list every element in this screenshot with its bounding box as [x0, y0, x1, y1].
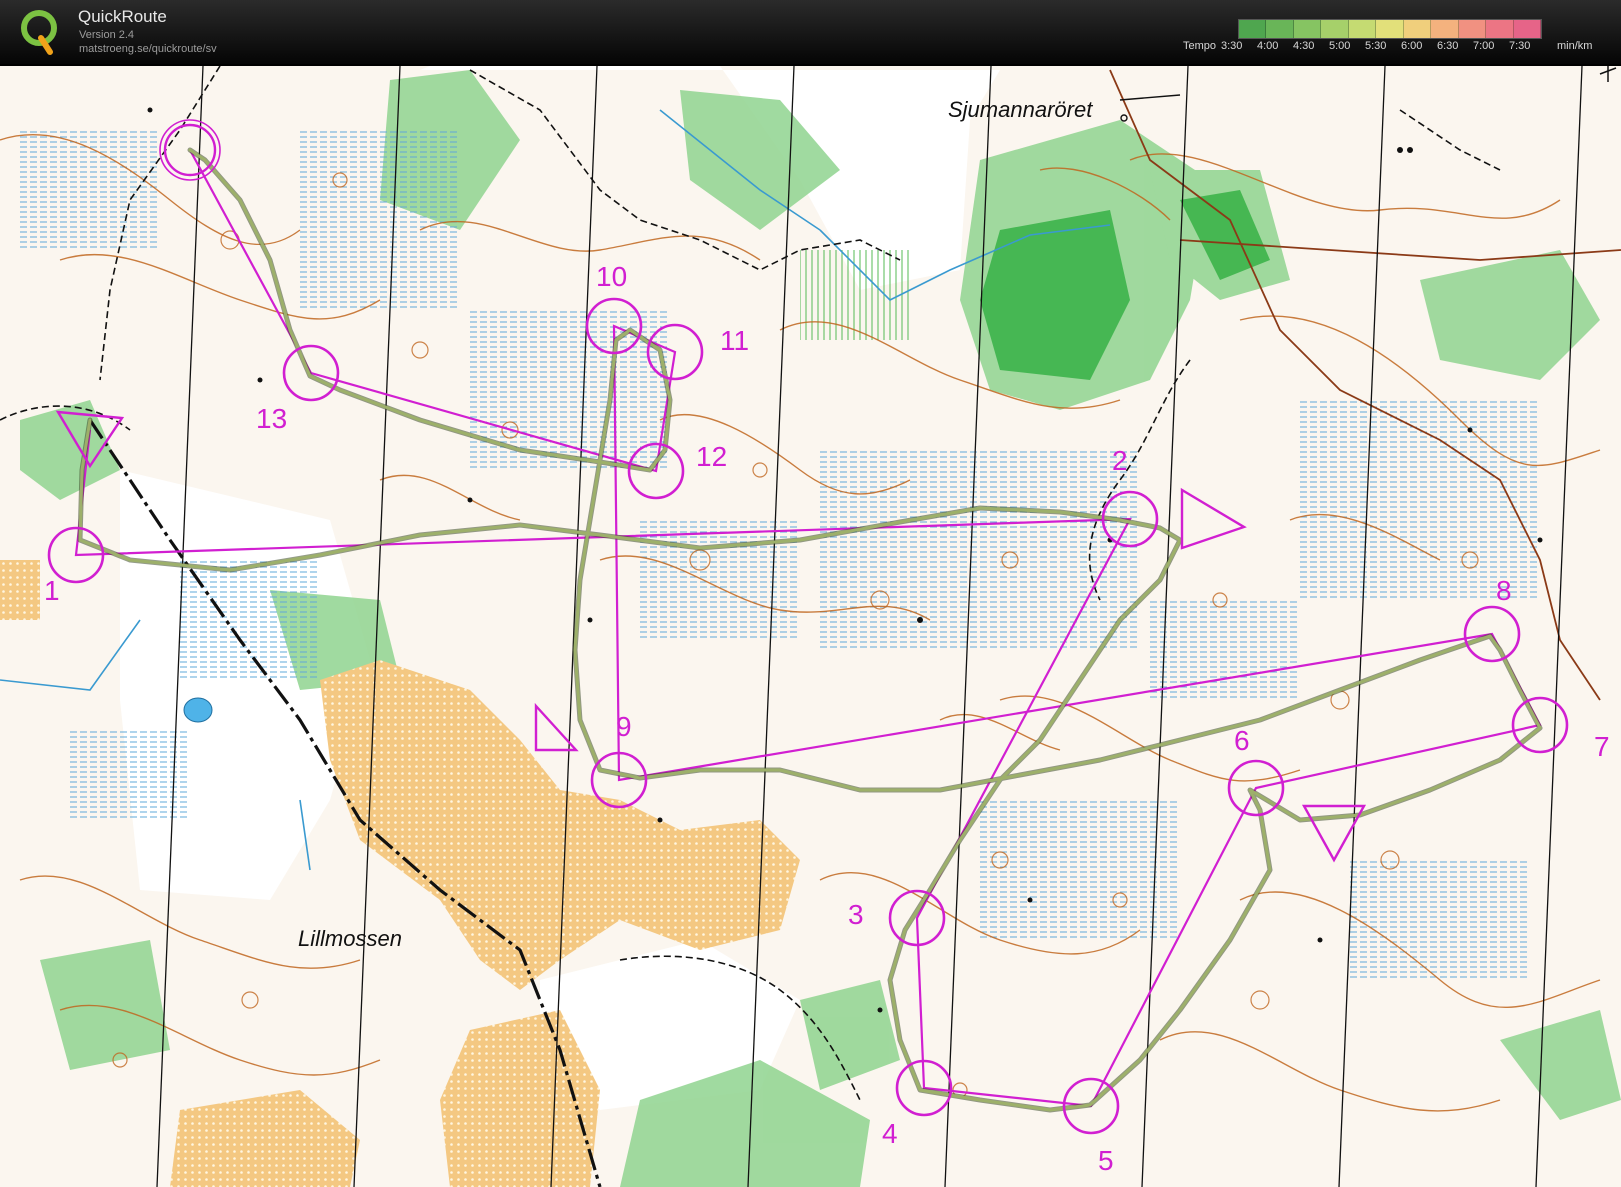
orienteering-map[interactable]: Sjumannaröret Lillmossen 123456 789101112…: [0, 66, 1621, 1187]
control-number: 9: [616, 711, 632, 742]
top-bar: QuickRoute Version 2.4 matstroeng.se/qui…: [0, 0, 1621, 64]
pace-tick: 6:30: [1437, 40, 1459, 52]
control-number: 1: [44, 575, 60, 606]
pace-legend-caption: Tempo: [1183, 40, 1217, 52]
pace-color-swatch: [1513, 20, 1541, 38]
pace-tick: 4:00: [1257, 40, 1279, 52]
pace-color-swatch: [1321, 20, 1349, 38]
pace-tick: 5:30: [1365, 40, 1387, 52]
control-number: 8: [1496, 575, 1512, 606]
pace-legend-gradient: [1238, 19, 1542, 39]
control-number: 12: [696, 441, 727, 472]
pace-color-swatch: [1458, 20, 1487, 38]
place-name: Sjumannaröret: [948, 97, 1093, 122]
control-number: 5: [1098, 1145, 1114, 1176]
pace-legend-labels: Tempo 3:30 4:00 4:30 5:00 5:30 6:00 6:30…: [1183, 40, 1613, 56]
pace-tick: 5:00: [1329, 40, 1351, 52]
pace-tick: 7:00: [1473, 40, 1495, 52]
control-number: 4: [882, 1118, 898, 1149]
control-number: 6: [1234, 725, 1250, 756]
control-number: 7: [1594, 731, 1610, 762]
pace-color-swatch: [1266, 20, 1294, 38]
control-number: 11: [720, 325, 749, 356]
app-version: Version 2.4: [79, 29, 135, 41]
pace-tick: 4:30: [1293, 40, 1315, 52]
control-number: 10: [596, 261, 627, 292]
pace-color-swatch: [1293, 20, 1322, 38]
place-name: Lillmossen: [298, 926, 402, 951]
pace-tick: 6:00: [1401, 40, 1423, 52]
open-land-rough: [0, 560, 40, 620]
pace-color-swatch: [1348, 20, 1377, 38]
pace-tick: 7:30: [1509, 40, 1531, 52]
quickroute-logo-icon: [21, 10, 57, 55]
pace-color-swatch: [1403, 20, 1432, 38]
app-url: matstroeng.se/quickroute/sv: [79, 43, 217, 55]
pace-unit: min/km: [1557, 40, 1593, 52]
vegetation-stripe: [800, 250, 910, 340]
app-title: QuickRoute: [78, 7, 167, 26]
control-number: 13: [256, 403, 287, 434]
pace-color-swatch: [1239, 20, 1267, 38]
pace-color-swatch: [1376, 20, 1404, 38]
control-number: 3: [848, 899, 864, 930]
pace-tick: 3:30: [1221, 40, 1243, 52]
pace-color-swatch: [1431, 20, 1459, 38]
pace-color-swatch: [1486, 20, 1514, 38]
control-number: 2: [1112, 445, 1128, 476]
pond: [183, 697, 213, 723]
